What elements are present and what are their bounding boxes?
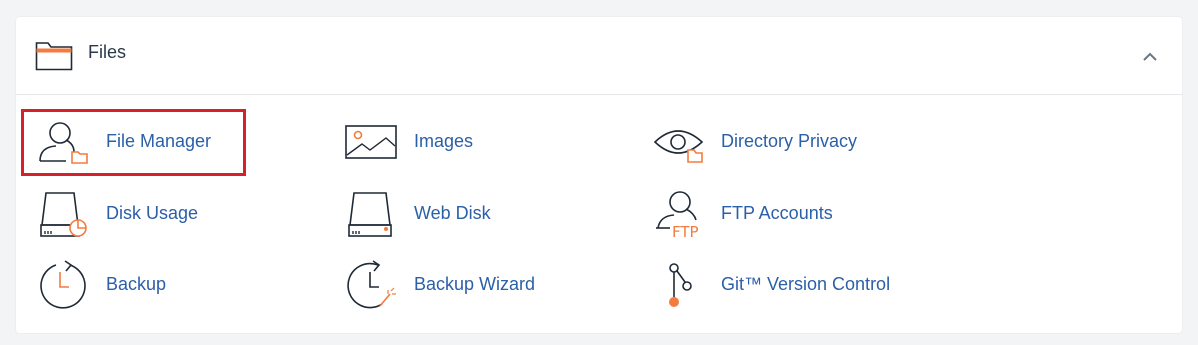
tool-label: Directory Privacy xyxy=(721,131,858,151)
tool-label: Web Disk xyxy=(414,203,491,223)
tool-label: Backup xyxy=(106,274,167,294)
clock-backup-icon xyxy=(40,260,86,309)
tool-label: Disk Usage xyxy=(106,203,199,223)
tool-images[interactable]: Images xyxy=(344,118,544,166)
git-branch-icon xyxy=(669,263,692,307)
image-icon xyxy=(345,125,397,159)
ftp-icon-text: FTP xyxy=(672,223,699,240)
tool-label: Backup Wizard xyxy=(414,274,536,294)
tool-ftp-accounts[interactable]: FTP FTP Accounts xyxy=(652,188,852,240)
file-manager-highlight xyxy=(21,109,246,176)
tool-label: Git™ Version Control xyxy=(721,274,891,294)
tool-git-version-control[interactable]: Git™ Version Control xyxy=(652,260,912,312)
section-title: Files xyxy=(88,42,127,62)
tool-web-disk[interactable]: Web Disk xyxy=(344,190,544,240)
tool-backup-wizard[interactable]: Backup Wizard xyxy=(344,260,564,312)
drive-icon xyxy=(348,192,392,237)
folder-icon xyxy=(35,42,73,71)
panel-header[interactable]: Files xyxy=(16,17,1182,95)
user-ftp-icon: FTP xyxy=(656,191,699,240)
tool-disk-usage[interactable]: Disk Usage xyxy=(36,190,236,240)
backup-wizard-icon xyxy=(347,260,396,309)
tool-label: FTP Accounts xyxy=(721,203,833,223)
disk-pie-icon xyxy=(40,192,87,237)
tool-label: Images xyxy=(414,131,474,151)
tool-backup[interactable]: Backup xyxy=(36,260,236,312)
chevron-up-icon[interactable] xyxy=(1138,45,1162,69)
eye-folder-icon xyxy=(653,130,704,163)
tool-directory-privacy[interactable]: Directory Privacy xyxy=(652,118,912,166)
